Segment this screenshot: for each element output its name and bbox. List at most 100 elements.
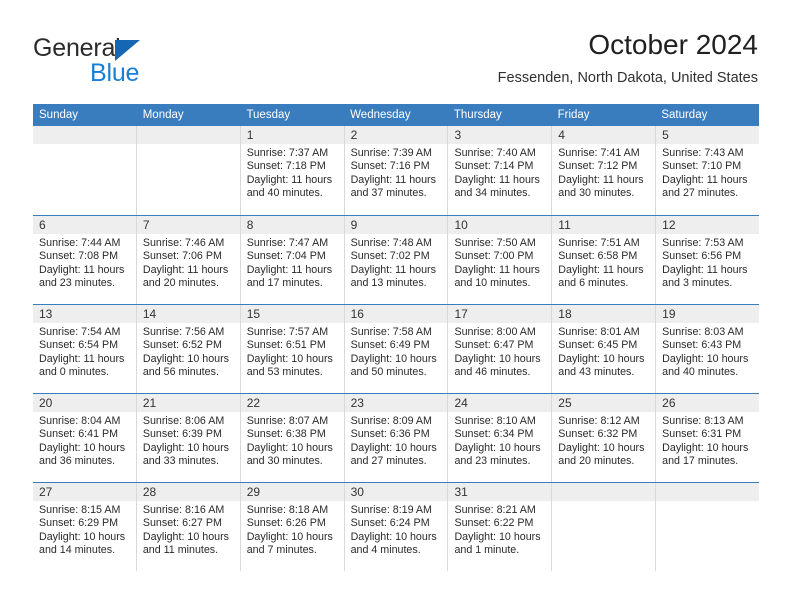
day-cell[interactable]: 22 Sunrise: 8:07 AM Sunset: 6:38 PM Dayl… — [239, 394, 344, 482]
date-number: 7 — [142, 218, 150, 232]
day-cell[interactable]: 30 Sunrise: 8:19 AM Sunset: 6:24 PM Dayl… — [343, 483, 448, 571]
day-cell[interactable]: 1 Sunrise: 7:37 AM Sunset: 7:18 PM Dayli… — [239, 126, 344, 215]
day-cell[interactable]: 27 Sunrise: 8:15 AM Sunset: 6:29 PM Dayl… — [33, 483, 136, 571]
date-number: 10 — [454, 218, 468, 232]
sunrise-text: Sunrise: 7:56 AM — [142, 326, 225, 338]
day-cell[interactable]: 11 Sunrise: 7:51 AM Sunset: 6:58 PM Dayl… — [551, 216, 656, 304]
day-cell[interactable] — [135, 126, 240, 215]
date-number: 2 — [350, 128, 358, 142]
daylight-text: Daylight: 11 hours and 34 minutes. — [454, 173, 540, 200]
sunrise-text: Sunrise: 8:04 AM — [39, 415, 121, 427]
day-cell[interactable]: 26 Sunrise: 8:13 AM Sunset: 6:31 PM Dayl… — [655, 394, 760, 482]
day-cell[interactable]: 13 Sunrise: 7:54 AM Sunset: 6:54 PM Dayl… — [33, 305, 136, 393]
daylight-text: Daylight: 10 hours and 20 minutes. — [558, 441, 645, 468]
day-cell[interactable]: 17 Sunrise: 8:00 AM Sunset: 6:47 PM Dayl… — [447, 305, 552, 393]
day-cell[interactable]: 7 Sunrise: 7:46 AM Sunset: 7:06 PM Dayli… — [135, 216, 240, 304]
sunset-text: Sunset: 6:26 PM — [246, 517, 326, 530]
day-cell[interactable]: 28 Sunrise: 8:16 AM Sunset: 6:27 PM Dayl… — [135, 483, 240, 571]
day-cell[interactable]: 9 Sunrise: 7:48 AM Sunset: 7:02 PM Dayli… — [343, 216, 448, 304]
sunset-text: Sunset: 7:06 PM — [142, 250, 222, 263]
sunset-text: Sunset: 6:51 PM — [246, 339, 326, 352]
date-band: 22 — [240, 394, 344, 412]
date-number: 30 — [350, 485, 364, 499]
date-band: 9 — [344, 216, 448, 234]
date-band: 3 — [448, 126, 552, 144]
date-band: 23 — [344, 394, 448, 412]
day-cell[interactable]: 4 Sunrise: 7:41 AM Sunset: 7:12 PM Dayli… — [551, 126, 656, 215]
sunset-text: Sunset: 6:54 PM — [39, 339, 119, 352]
day-cell[interactable]: 6 Sunrise: 7:44 AM Sunset: 7:08 PM Dayli… — [33, 216, 136, 304]
day-cell[interactable]: 18 Sunrise: 8:01 AM Sunset: 6:45 PM Dayl… — [551, 305, 656, 393]
week-row: 6 Sunrise: 7:44 AM Sunset: 7:08 PM Dayli… — [33, 215, 760, 304]
day-info: Sunrise: 7:53 AM Sunset: 6:56 PM Dayligh… — [656, 234, 759, 291]
weekday-header-wednesday: Wednesday — [350, 109, 411, 121]
day-info: Sunrise: 7:43 AM Sunset: 7:10 PM Dayligh… — [656, 144, 759, 201]
day-info: Sunrise: 7:41 AM Sunset: 7:12 PM Dayligh… — [552, 144, 655, 201]
date-band: 26 — [656, 394, 760, 412]
date-number: 27 — [39, 485, 53, 499]
date-number: 15 — [246, 307, 261, 321]
day-info: Sunrise: 7:48 AM Sunset: 7:02 PM Dayligh… — [345, 234, 448, 291]
date-band: 25 — [552, 394, 656, 412]
day-info: Sunrise: 8:10 AM Sunset: 6:34 PM Dayligh… — [448, 412, 551, 469]
date-band: 30 — [344, 483, 448, 501]
sunrise-text: Sunrise: 8:15 AM — [39, 504, 121, 516]
sunset-text: Sunset: 6:27 PM — [142, 517, 222, 530]
day-cell[interactable]: 31 Sunrise: 8:21 AM Sunset: 6:22 PM Dayl… — [447, 483, 552, 571]
day-cell[interactable]: 23 Sunrise: 8:09 AM Sunset: 6:36 PM Dayl… — [343, 394, 448, 482]
date-number: 16 — [350, 307, 364, 321]
day-cell[interactable]: 20 Sunrise: 8:04 AM Sunset: 6:41 PM Dayl… — [33, 394, 136, 482]
day-cell[interactable]: 10 Sunrise: 7:50 AM Sunset: 7:00 PM Dayl… — [447, 216, 552, 304]
date-number: 20 — [39, 396, 53, 410]
day-cell[interactable]: 21 Sunrise: 8:06 AM Sunset: 6:39 PM Dayl… — [135, 394, 240, 482]
date-number: 11 — [558, 218, 571, 232]
date-number: 4 — [558, 128, 565, 142]
date-number: 12 — [662, 218, 676, 232]
day-cell[interactable]: 19 Sunrise: 8:03 AM Sunset: 6:43 PM Dayl… — [655, 305, 760, 393]
daylight-text: Daylight: 10 hours and 7 minutes. — [246, 530, 333, 557]
day-info: Sunrise: 7:39 AM Sunset: 7:16 PM Dayligh… — [345, 144, 448, 201]
day-cell[interactable]: 5 Sunrise: 7:43 AM Sunset: 7:10 PM Dayli… — [655, 126, 760, 215]
day-cell[interactable]: 24 Sunrise: 8:10 AM Sunset: 6:34 PM Dayl… — [447, 394, 552, 482]
date-number: 8 — [246, 218, 254, 232]
day-cell[interactable] — [655, 483, 760, 571]
date-band — [656, 483, 760, 501]
day-cell[interactable] — [33, 126, 136, 215]
date-number: 28 — [142, 485, 157, 499]
day-cell[interactable]: 8 Sunrise: 7:47 AM Sunset: 7:04 PM Dayli… — [239, 216, 344, 304]
day-cell[interactable]: 15 Sunrise: 7:57 AM Sunset: 6:51 PM Dayl… — [239, 305, 344, 393]
day-cell[interactable]: 29 Sunrise: 8:18 AM Sunset: 6:26 PM Dayl… — [239, 483, 344, 571]
day-cell[interactable]: 3 Sunrise: 7:40 AM Sunset: 7:14 PM Dayli… — [447, 126, 552, 215]
daylight-text: Daylight: 11 hours and 23 minutes. — [39, 263, 125, 290]
sunrise-text: Sunrise: 7:46 AM — [142, 237, 225, 249]
sunset-text: Sunset: 7:18 PM — [246, 160, 326, 173]
day-info: Sunrise: 7:47 AM Sunset: 7:04 PM Dayligh… — [241, 234, 344, 291]
date-band: 24 — [448, 394, 552, 412]
daylight-text: Daylight: 10 hours and 43 minutes. — [558, 352, 645, 379]
sunrise-text: Sunrise: 8:03 AM — [662, 326, 744, 338]
date-band — [552, 483, 656, 501]
day-cell[interactable]: 16 Sunrise: 7:58 AM Sunset: 6:49 PM Dayl… — [343, 305, 448, 393]
date-band: 11 — [552, 216, 656, 234]
sunset-text: Sunset: 6:34 PM — [454, 428, 534, 441]
day-cell[interactable]: 12 Sunrise: 7:53 AM Sunset: 6:56 PM Dayl… — [655, 216, 760, 304]
weekday-header-friday: Friday — [557, 109, 590, 121]
day-cell[interactable]: 2 Sunrise: 7:39 AM Sunset: 7:16 PM Dayli… — [343, 126, 448, 215]
day-cell[interactable] — [551, 483, 656, 571]
sunrise-text: Sunrise: 8:18 AM — [246, 504, 329, 516]
logo-text-blue: Blue — [90, 59, 140, 87]
day-cell[interactable]: 25 Sunrise: 8:12 AM Sunset: 6:32 PM Dayl… — [551, 394, 656, 482]
calendar-page: General Blue October 2024 Fessenden, Nor… — [0, 0, 792, 612]
date-number: 1 — [246, 128, 254, 142]
sunset-text: Sunset: 6:47 PM — [454, 339, 534, 352]
day-cell[interactable]: 14 Sunrise: 7:56 AM Sunset: 6:52 PM Dayl… — [135, 305, 240, 393]
daylight-text: Daylight: 11 hours and 20 minutes. — [142, 263, 229, 290]
daylight-text: Daylight: 10 hours and 4 minutes. — [350, 530, 437, 557]
sunset-text: Sunset: 6:41 PM — [39, 428, 119, 441]
sunset-text: Sunset: 6:52 PM — [142, 339, 222, 352]
date-band: 16 — [344, 305, 448, 323]
sunset-text: Sunset: 6:32 PM — [558, 428, 638, 441]
day-info: Sunrise: 7:58 AM Sunset: 6:49 PM Dayligh… — [345, 323, 448, 380]
day-info: Sunrise: 7:44 AM Sunset: 7:08 PM Dayligh… — [33, 234, 136, 291]
daylight-text: Daylight: 10 hours and 33 minutes. — [142, 441, 230, 468]
